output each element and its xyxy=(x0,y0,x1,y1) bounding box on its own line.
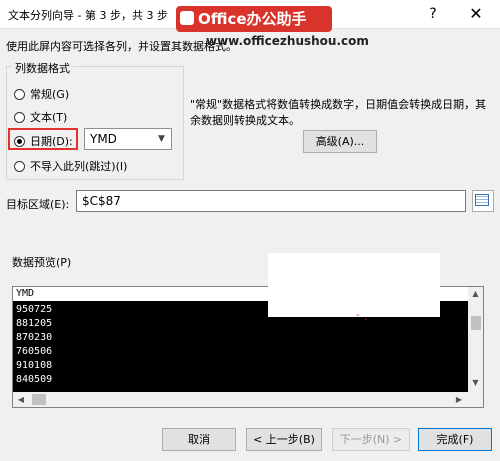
horizontal-scrollbar[interactable] xyxy=(13,392,483,407)
destination-value[interactable]: $C$87 xyxy=(82,194,121,208)
range-select-icon[interactable] xyxy=(475,194,489,206)
date-option-highlight xyxy=(8,128,78,150)
next-button[interactable]: 下一步(N) > xyxy=(332,428,410,451)
chevron-down-icon[interactable]: ▼ xyxy=(152,129,171,149)
format-description-line2: 余数据则转换成文本。 xyxy=(190,114,300,127)
vertical-scroll-thumb[interactable] xyxy=(471,316,481,330)
window-title: 文本分列向导 - 第 3 步，共 3 步 xyxy=(8,9,168,22)
radio-text[interactable]: 文本(T) xyxy=(14,109,67,125)
scroll-right-icon[interactable]: ▶ xyxy=(452,392,466,407)
watermark-badge: Office办公助手 xyxy=(176,6,332,32)
office-logo-icon xyxy=(180,11,194,25)
blank-overlay xyxy=(268,253,440,317)
preview-row: 870230 xyxy=(16,332,53,343)
intro-text: 使用此屏内容可选择各列，并设置其数据格式。 xyxy=(6,40,237,53)
radio-skip[interactable]: 不导入此列(跳过)(I) xyxy=(14,158,127,174)
preview-label: 数据预览(P) xyxy=(12,256,72,269)
column-format-legend: 列数据格式 xyxy=(12,60,73,76)
preview-row: 840509 xyxy=(16,374,53,385)
radio-indicator[interactable] xyxy=(14,160,25,172)
format-description-line1: "常规"数据格式将数值转换成数字，日期值会转换成日期，其 xyxy=(190,98,487,111)
close-button[interactable]: ✕ xyxy=(462,4,490,24)
preview-column-header[interactable]: YMD xyxy=(16,288,34,299)
radio-indicator[interactable] xyxy=(14,111,25,123)
scroll-left-icon[interactable]: ◀ xyxy=(14,392,28,407)
destination-label: 目标区域(E): xyxy=(6,198,70,211)
preview-row: 760506 xyxy=(16,346,53,357)
date-order-value: YMD xyxy=(90,132,117,146)
preview-row: 910108 xyxy=(16,360,53,371)
back-button[interactable]: < 上一步(B) xyxy=(246,428,322,451)
scroll-up-icon[interactable]: ▲ xyxy=(468,287,483,301)
radio-indicator[interactable] xyxy=(14,88,25,100)
scroll-down-icon[interactable]: ▼ xyxy=(468,376,483,390)
radio-skip-label: 不导入此列(跳过)(I) xyxy=(30,160,128,173)
horizontal-scroll-thumb[interactable] xyxy=(32,394,46,405)
destination-input[interactable] xyxy=(76,190,466,212)
advanced-button[interactable]: 高级(A)... xyxy=(303,130,377,153)
preview-row: 881205 xyxy=(16,318,53,329)
preview-row: 950725 xyxy=(16,304,53,315)
watermark-url: www.officezhushou.com xyxy=(206,34,369,48)
cancel-button[interactable]: 取消 xyxy=(162,428,236,451)
finish-button[interactable]: 完成(F) xyxy=(418,428,492,451)
red-mark: - ˏ xyxy=(356,310,368,321)
radio-text-label: 文本(T) xyxy=(30,111,68,124)
help-button[interactable]: ? xyxy=(420,4,446,24)
radio-general[interactable]: 常规(G) xyxy=(14,86,69,102)
radio-general-label: 常规(G) xyxy=(30,88,70,101)
